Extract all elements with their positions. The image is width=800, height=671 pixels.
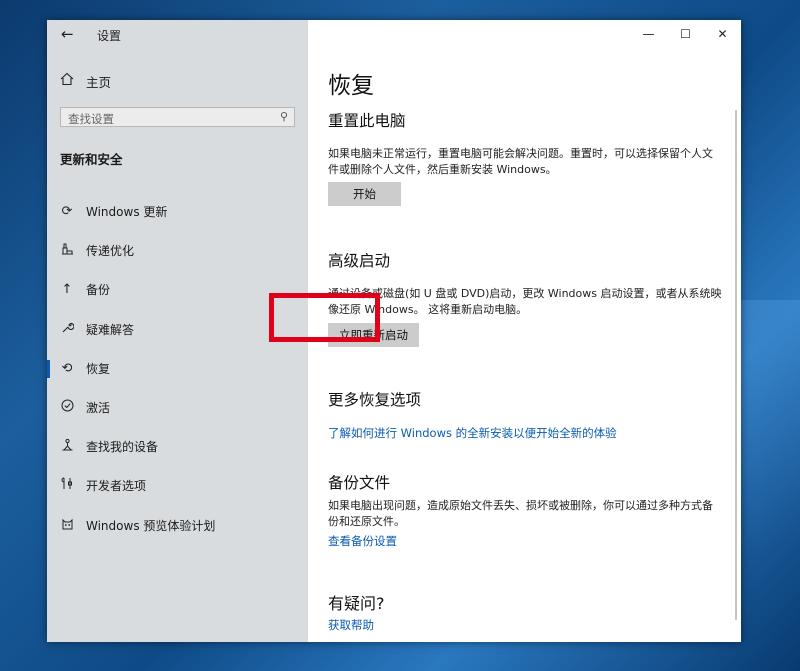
insider-cat-icon xyxy=(60,517,74,534)
advanced-startup-heading: 高级启动 xyxy=(328,252,391,270)
sidebar-item-label: 激活 xyxy=(86,401,111,416)
window-title: 设置 xyxy=(97,29,122,43)
close-icon[interactable]: ✕ xyxy=(704,20,741,48)
restart-now-button[interactable]: 立即重新启动 xyxy=(328,323,419,347)
maximize-icon[interactable]: ☐ xyxy=(667,20,704,48)
find-device-icon xyxy=(60,438,74,455)
backup-files-heading: 备份文件 xyxy=(328,474,391,492)
home-label: 主页 xyxy=(86,74,112,90)
sidebar-item-windows-update[interactable]: ⟳ Windows 更新 xyxy=(47,192,308,231)
fresh-start-link[interactable]: 了解如何进行 Windows 的全新安装以便开始全新的体验 xyxy=(328,425,617,441)
developer-tools-icon xyxy=(60,477,74,494)
sidebar-item-windows-insider[interactable]: Windows 预览体验计划 xyxy=(47,506,308,545)
sidebar: ← 设置 主页 ⚲ 更新和安全 ⟳ Windows 更新 传递优化 xyxy=(47,20,308,642)
delivery-optimization-icon xyxy=(60,242,74,259)
sidebar-item-developer[interactable]: 开发者选项 xyxy=(47,466,308,505)
backup-files-description: 如果电脑出现问题，造成原始文件丢失、损坏或被删除，你可以通过多种方式备份和还原文… xyxy=(328,499,713,528)
sidebar-item-label: Windows 更新 xyxy=(86,205,168,220)
sidebar-item-delivery-optimization[interactable]: 传递优化 xyxy=(47,231,308,270)
search-box[interactable]: ⚲ xyxy=(60,107,295,128)
sidebar-item-recovery[interactable]: ⟲ 恢复 xyxy=(47,349,308,388)
reset-description: 如果电脑未正常运行，重置电脑可能会解决问题。重置时，可以选择保留个人文件或删除个… xyxy=(328,147,713,176)
settings-window: ← 设置 主页 ⚲ 更新和安全 ⟳ Windows 更新 传递优化 xyxy=(47,20,741,642)
sidebar-item-activation[interactable]: 激活 xyxy=(47,388,308,427)
window-controls: — ☐ ✕ xyxy=(630,20,741,50)
page-title: 恢复 xyxy=(328,73,374,99)
section-title: 更新和安全 xyxy=(60,152,123,167)
help-heading: 有疑问? xyxy=(328,594,385,613)
sidebar-item-label: Windows 预览体验计划 xyxy=(86,518,216,533)
sidebar-nav: ⟳ Windows 更新 传递优化 ↑ 备份 疑难解答 ⟲ 恢复 激活 查找我的… xyxy=(47,192,308,545)
home-icon xyxy=(60,72,74,90)
backup-icon: ↑ xyxy=(61,282,73,298)
scrollbar[interactable] xyxy=(735,110,737,620)
titlebar-left: ← 设置 xyxy=(47,20,308,50)
sidebar-item-find-my-device[interactable]: 查找我的设备 xyxy=(47,427,308,466)
search-icon[interactable]: ⚲ xyxy=(280,110,288,123)
wrench-icon xyxy=(60,321,74,338)
sidebar-item-label: 传递优化 xyxy=(86,244,135,259)
advanced-startup-description: 通过设备或磁盘(如 U 盘或 DVD)启动，更改 Windows 启动设置，或者… xyxy=(328,287,722,316)
main-content: — ☐ ✕ 恢复 重置此电脑 如果电脑未正常运行，重置电脑可能会解决问题。重置时… xyxy=(308,20,741,642)
sidebar-item-label: 开发者选项 xyxy=(86,479,147,494)
sidebar-item-label: 查找我的设备 xyxy=(86,440,159,455)
check-circle-icon xyxy=(60,399,74,416)
home-link[interactable]: 主页 xyxy=(60,70,111,92)
sidebar-item-backup[interactable]: ↑ 备份 xyxy=(47,270,308,309)
view-backup-settings-link[interactable]: 查看备份设置 xyxy=(328,533,397,549)
sidebar-item-troubleshoot[interactable]: 疑难解答 xyxy=(47,310,308,349)
reset-start-button[interactable]: 开始 xyxy=(328,182,401,206)
minimize-icon[interactable]: — xyxy=(630,20,667,48)
sidebar-item-label: 备份 xyxy=(86,283,111,298)
back-arrow-icon[interactable]: ← xyxy=(61,25,74,43)
get-help-link[interactable]: 获取帮助 xyxy=(328,617,374,633)
search-input[interactable] xyxy=(61,110,268,128)
recovery-icon: ⟲ xyxy=(61,360,73,376)
more-options-heading: 更多恢复选项 xyxy=(328,391,422,409)
sidebar-item-label: 疑难解答 xyxy=(86,322,135,337)
sidebar-item-label: 恢复 xyxy=(86,361,111,376)
reset-heading: 重置此电脑 xyxy=(328,112,406,130)
sync-icon: ⟳ xyxy=(61,204,73,220)
